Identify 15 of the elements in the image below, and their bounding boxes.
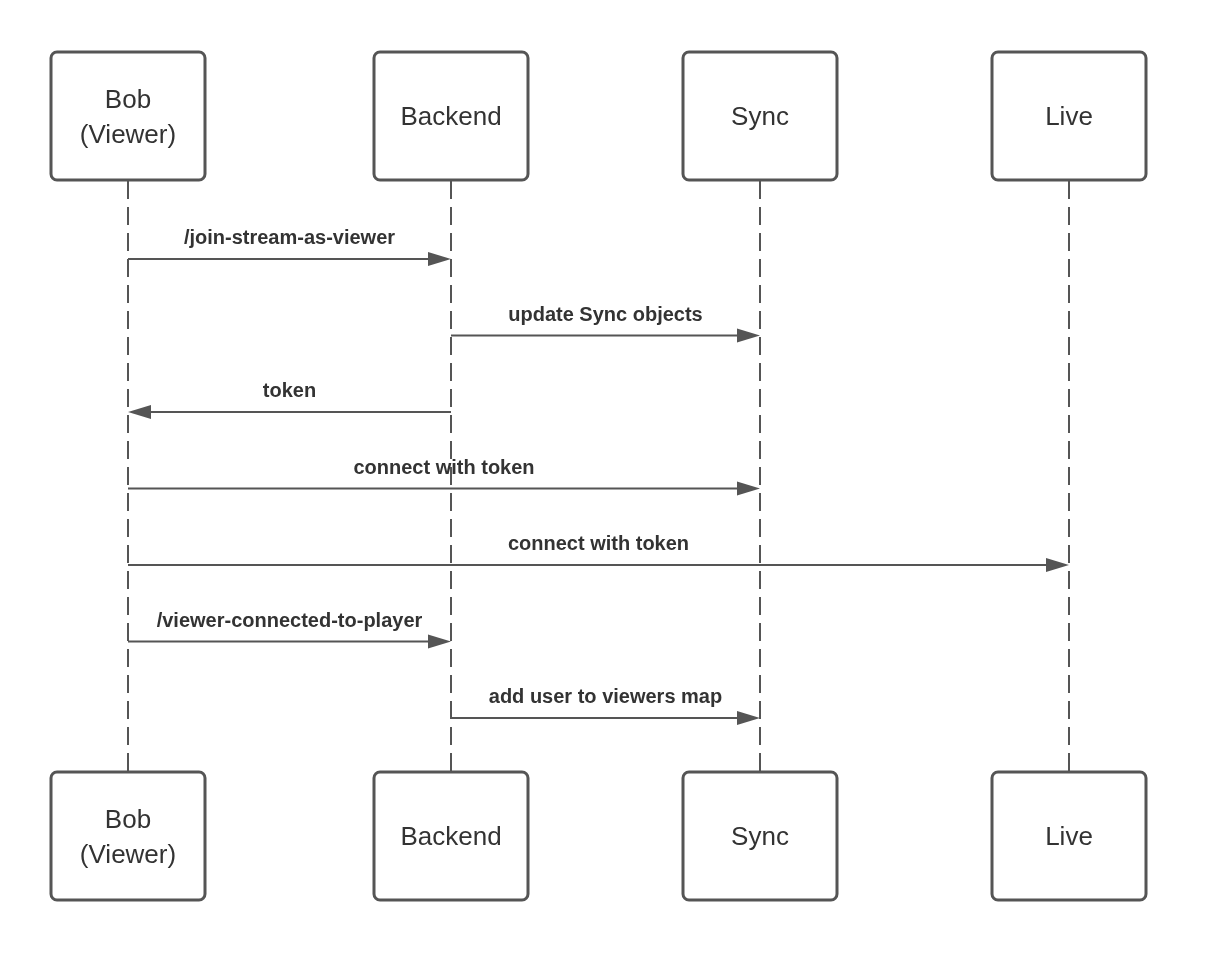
- participant-label: Backend: [400, 101, 502, 131]
- participant-label: Sync: [731, 821, 789, 851]
- participant-label: Bob (Viewer): [79, 803, 177, 869]
- participant-label: Backend: [400, 821, 502, 851]
- participant-label: Sync: [731, 101, 789, 131]
- participant-label: Live: [1045, 821, 1093, 851]
- message-label: connect with token: [507, 532, 690, 554]
- participant-label: Bob (Viewer): [79, 83, 177, 149]
- message-label: add user to viewers map: [488, 685, 723, 707]
- message-label: /join-stream-as-viewer: [183, 226, 396, 248]
- message-label: token: [262, 379, 317, 401]
- participant-label: Live: [1045, 101, 1093, 131]
- message-label: update Sync objects: [508, 302, 703, 325]
- message-label: /viewer-connected-to-player: [156, 608, 423, 631]
- message-label: connect with token: [353, 455, 535, 478]
